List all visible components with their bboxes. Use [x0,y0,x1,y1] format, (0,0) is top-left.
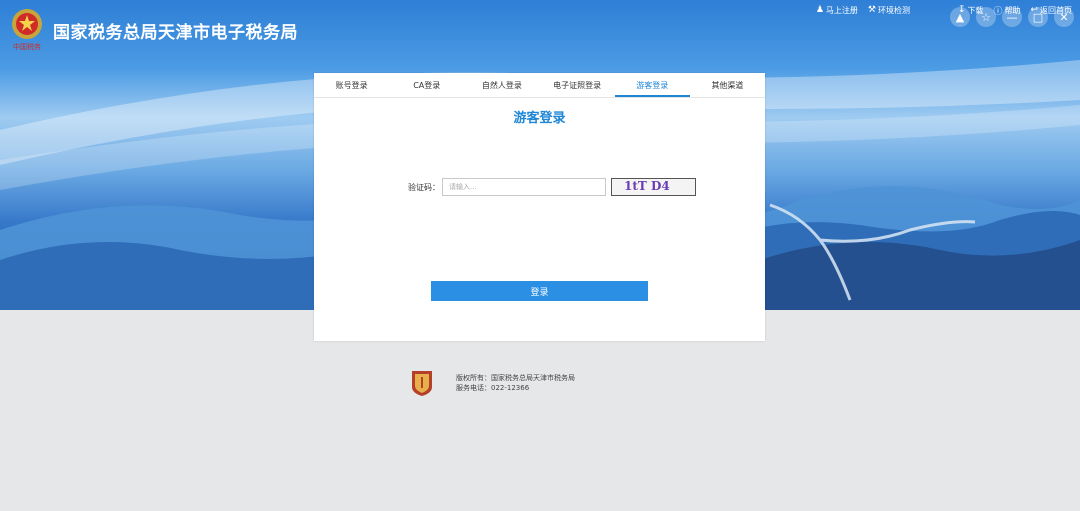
wrench-icon: ⚒ [867,5,876,15]
tab-e-license-login[interactable]: 电子证照登录 [540,73,615,97]
login-button[interactable]: 登录 [431,281,648,301]
download-label: 下载 [967,5,984,15]
tax-shield-logo [412,371,432,396]
captcha-label: 验证码： [408,182,440,192]
captcha-text: 1tT D4 [624,179,670,193]
footer-phone: 服务电话：022-12366 [456,384,530,392]
tab-natural-person-login[interactable]: 自然人登录 [464,73,539,97]
register-link[interactable]: ♟ 马上注册 [816,3,858,17]
header: 中国税务 国家税务总局天津市电子税务局 ♟ 马上注册 ⚒ 环境检测 ▲ ☆ — … [0,0,1080,60]
help-label: 帮助 [1004,5,1021,15]
back-home-link[interactable]: ↩ 返回首页 [1030,3,1072,17]
top-links-overlay: ↧ 下载 ⓘ 帮助 ↩ 返回首页 [958,3,1072,17]
captcha-input[interactable] [442,178,606,196]
back-home-label: 返回首页 [1040,5,1072,15]
tab-other-channels[interactable]: 其他渠道 [690,73,765,97]
captcha-row: 验证码： 1tT D4 [406,177,696,197]
download-icon: ↧ [957,5,966,15]
help-link[interactable]: ⓘ 帮助 [993,3,1020,17]
login-card: 账号登录 CA登录 自然人登录 电子证照登录 游客登录 其他渠道 游客登录 验证… [314,73,765,341]
top-links: ♟ 马上注册 ⚒ 环境检测 [816,3,910,17]
env-check-label: 环境检测 [878,5,910,15]
env-check-link[interactable]: ⚒ 环境检测 [868,3,910,17]
user-icon: ♟ [815,5,824,15]
site-title: 国家税务总局天津市电子税务局 [53,23,298,43]
login-tabs: 账号登录 CA登录 自然人登录 电子证照登录 游客登录 其他渠道 [314,73,765,98]
form-title: 游客登录 [513,111,566,126]
svg-text:中国税务: 中国税务 [13,42,41,51]
tab-ca-login[interactable]: CA登录 [389,73,464,97]
register-label: 马上注册 [825,5,858,15]
footer: 版权所有：国家税务总局天津市税务局 服务电话：022-12366 [410,368,575,398]
back-icon: ↩ [1030,5,1038,15]
footer-text: 版权所有：国家税务总局天津市税务局 服务电话：022-12366 [456,373,575,393]
tab-account-login[interactable]: 账号登录 [314,73,389,97]
captcha-image[interactable]: 1tT D4 [611,178,696,196]
tab-guest-login[interactable]: 游客登录 [614,73,690,97]
download-link[interactable]: ↧ 下载 [958,3,984,17]
help-icon: ⓘ [993,6,1003,17]
tax-emblem-logo: 中国税务 [12,9,42,51]
footer-copyright: 版权所有：国家税务总局天津市税务局 [456,374,575,382]
